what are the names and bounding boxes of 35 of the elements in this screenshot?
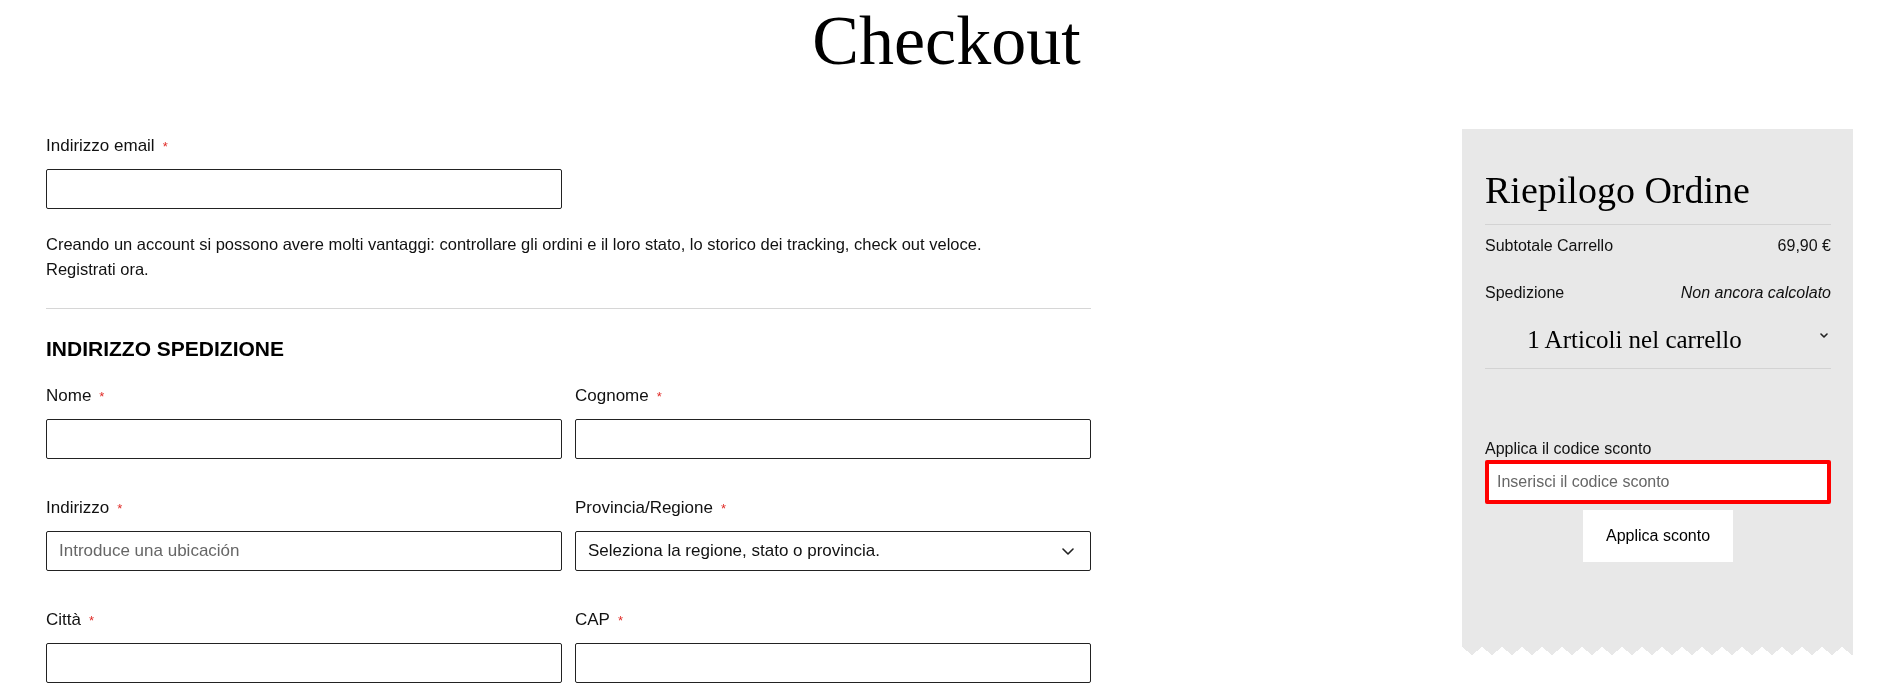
field-label: Indirizzo email <box>46 136 155 156</box>
field-label: Nome <box>46 386 92 406</box>
field-label: Provincia/Regione <box>575 498 713 518</box>
field-label: Cognome <box>575 386 649 406</box>
summary-value: Non ancora calcolato <box>1680 283 1831 303</box>
cart-items-toggle[interactable]: 1 Articoli nel carrello <box>1485 325 1831 368</box>
field-label: Città <box>46 610 81 630</box>
chevron-down-icon <box>1062 547 1074 555</box>
summary-title: Riepilogo Ordine <box>1485 168 1751 213</box>
input-field[interactable]: Introduce una ubicación <box>46 531 562 571</box>
email-field[interactable] <box>46 169 562 209</box>
apply-discount-button[interactable]: Applica sconto <box>1583 510 1733 562</box>
account-info-text: Creando un account si possono avere molti vantaggi: controllare gli ordini e il loro stato, lo storico dei tracking, check out veloce. Registrati ora. <box>46 234 983 280</box>
field-label: Indirizzo <box>46 498 110 518</box>
required-mark: * <box>720 500 727 518</box>
dropdown-select[interactable]: Seleziona la regione, stato o provincia. <box>575 531 1091 571</box>
input-field[interactable] <box>575 643 1091 683</box>
page-title: Checkout <box>812 6 1081 76</box>
required-mark: * <box>617 612 624 630</box>
input-field[interactable] <box>46 419 562 459</box>
section-heading: INDIRIZZO SPEDIZIONE <box>46 336 285 362</box>
input-field[interactable] <box>46 643 562 683</box>
required-mark: * <box>656 388 662 406</box>
discount-label: Applica il codice sconto <box>1485 439 1653 459</box>
required-mark: * <box>99 388 105 406</box>
discount-code-field[interactable]: Inserisci il codice sconto <box>1485 460 1831 504</box>
summary-label: Subtotale Carrello <box>1485 236 1614 256</box>
summary-value: 69,90 € <box>1777 236 1831 256</box>
required-mark: * <box>88 612 95 630</box>
input-field[interactable] <box>575 419 1091 459</box>
required-mark: * <box>117 500 123 518</box>
required-mark: * <box>162 138 168 156</box>
field-label: CAP <box>575 610 610 630</box>
summary-label: Spedizione <box>1485 283 1565 303</box>
register-link[interactable]: Registrati ora. <box>46 260 149 278</box>
